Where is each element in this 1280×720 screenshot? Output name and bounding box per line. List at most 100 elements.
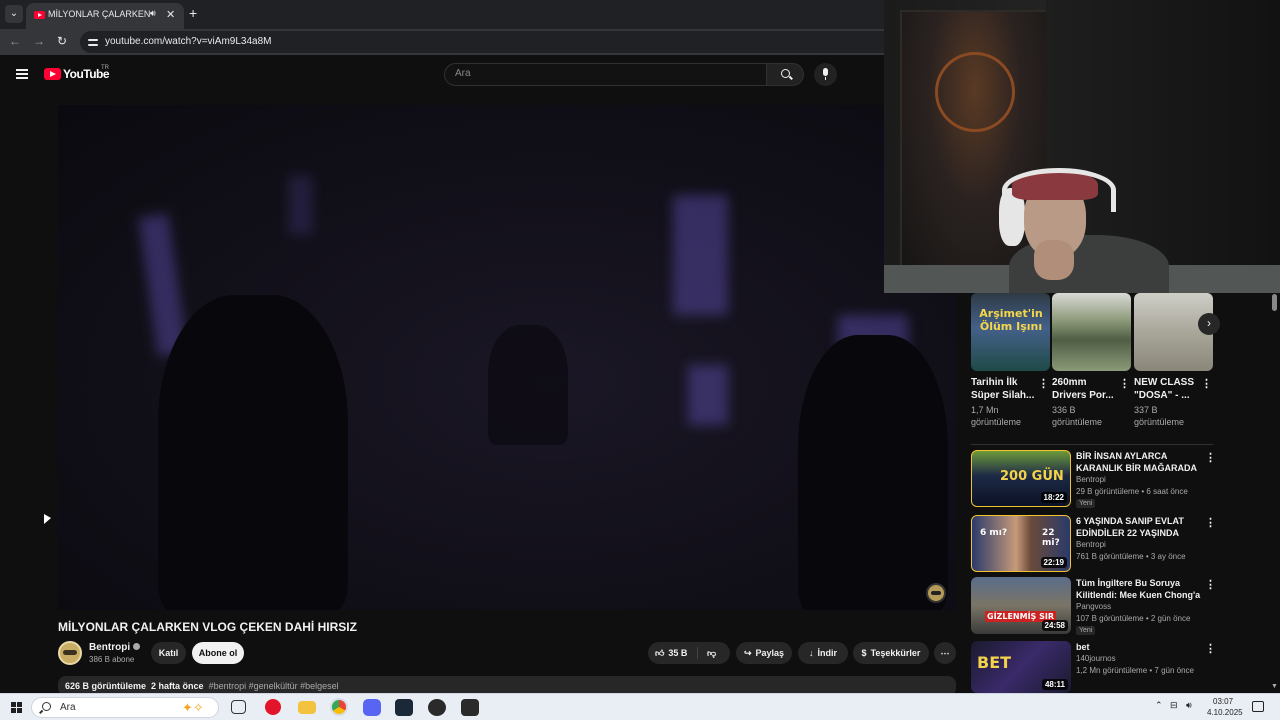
more-vert-icon[interactable]: ⋮ bbox=[1038, 377, 1049, 390]
more-vert-icon[interactable]: ⋮ bbox=[1119, 377, 1130, 390]
video-thumbnail[interactable]: 6 mı? 22 mi? 22:19 bbox=[971, 515, 1071, 572]
hashtags[interactable]: #bentropi #genelkültür #belgesel bbox=[209, 681, 339, 691]
video-player[interactable] bbox=[58, 105, 956, 610]
rec-title[interactable]: BİR İNSAN AYLARCA KARANLIK BİR MAĞARADA … bbox=[1076, 450, 1202, 474]
like-count[interactable]: 35 B bbox=[668, 648, 687, 658]
steam-icon[interactable] bbox=[395, 699, 413, 716]
back-arrow-icon[interactable]: ← bbox=[9, 34, 21, 48]
subscribe-button[interactable]: Abone ol bbox=[192, 642, 244, 664]
close-icon[interactable]: ✕ bbox=[166, 8, 175, 21]
speaker-icon[interactable]: 🔊︎ bbox=[1186, 700, 1192, 711]
short-title[interactable]: 260mm Drivers Por... bbox=[1052, 376, 1120, 402]
share-icon: ↪ bbox=[743, 648, 752, 658]
scroll-down-arrow-icon[interactable]: ▼ bbox=[1271, 683, 1278, 690]
upload-age: 2 hafta önce bbox=[151, 681, 204, 691]
taskbar-search-text[interactable]: Ara bbox=[60, 702, 76, 713]
channel-watermark-icon[interactable] bbox=[926, 583, 946, 603]
tab-search-button[interactable]: ⌄ bbox=[5, 5, 23, 23]
like-dislike-group: 👍︎ 35 B 👎︎ bbox=[648, 642, 730, 664]
video-thumbnail[interactable]: 200 GÜN 18:22 bbox=[971, 450, 1071, 507]
search-box[interactable] bbox=[444, 63, 767, 86]
duration-badge: 24:58 bbox=[1041, 620, 1068, 631]
short-thumbnail[interactable] bbox=[1052, 293, 1131, 371]
headset-icon bbox=[1002, 168, 1116, 212]
video-frame-figure bbox=[798, 335, 948, 610]
chevron-right-icon[interactable]: › bbox=[1198, 313, 1220, 335]
forward-arrow-icon[interactable]: → bbox=[33, 34, 45, 48]
voice-search-button[interactable] bbox=[814, 63, 837, 86]
duration-badge: 22:19 bbox=[1040, 557, 1067, 568]
site-info-icon[interactable] bbox=[87, 36, 99, 48]
channel-avatar[interactable] bbox=[58, 641, 82, 665]
chrome-icon[interactable] bbox=[330, 698, 348, 716]
more-vert-icon[interactable]: ⋮ bbox=[1205, 451, 1216, 464]
more-vert-icon[interactable]: ⋮ bbox=[1201, 377, 1212, 390]
more-vert-icon[interactable]: ⋮ bbox=[1205, 516, 1216, 529]
clock-time[interactable]: 03:07 bbox=[1213, 697, 1233, 706]
youtube-logo-icon[interactable] bbox=[44, 68, 61, 80]
download-button[interactable]: ↓ İndir bbox=[798, 642, 848, 664]
file-explorer-icon[interactable] bbox=[298, 701, 316, 714]
channel-name-text[interactable]: Bentropi bbox=[89, 642, 130, 653]
duration-badge: 48:11 bbox=[1041, 679, 1068, 690]
short-title[interactable]: Tarihin İlk Süper Silah... bbox=[971, 376, 1039, 402]
short-title[interactable]: NEW CLASS "DOSA" - ... bbox=[1134, 376, 1202, 402]
thumbs-down-icon[interactable]: 👎︎ bbox=[707, 642, 716, 664]
chevron-up-icon[interactable]: ⌃ bbox=[1155, 700, 1163, 711]
short-thumbnail[interactable]: Arşimet'in Ölüm Işını bbox=[971, 293, 1050, 371]
microphone-icon bbox=[823, 68, 828, 80]
subscriber-count: 386 B abone bbox=[89, 655, 135, 664]
rec-title[interactable]: bet bbox=[1076, 641, 1202, 653]
mouse-cursor-icon bbox=[44, 513, 51, 529]
share-button[interactable]: ↪ Paylaş bbox=[736, 642, 792, 664]
rec-title[interactable]: 6 YAŞINDA SANIP EVLAT EDİNDİLER 22 YAŞIN… bbox=[1076, 515, 1202, 539]
new-badge: Yeni bbox=[1076, 499, 1096, 508]
task-view-icon[interactable] bbox=[231, 700, 246, 714]
short-item[interactable]: 260mm Drivers Por... 336 B görüntüleme ⋮ bbox=[1052, 293, 1131, 427]
list-item[interactable]: 200 GÜN 18:22 BİR İNSAN AYLARCA KARANLIK… bbox=[971, 450, 1216, 508]
list-item[interactable]: BET 48:11 bet 140journos 1,2 Mn görüntül… bbox=[971, 641, 1216, 699]
video-thumbnail[interactable]: BET 48:11 bbox=[971, 641, 1071, 693]
windows-start-icon[interactable] bbox=[11, 702, 22, 713]
tab-title: MİLYONLAR ÇALARKEN VL bbox=[48, 9, 150, 19]
view-count: 626 B görüntüleme bbox=[65, 681, 147, 691]
menu-icon[interactable] bbox=[16, 69, 28, 79]
epic-games-icon[interactable] bbox=[461, 699, 479, 716]
channel-name[interactable]: Bentropi bbox=[89, 642, 141, 653]
sparkle-icon: ✦✧ bbox=[182, 700, 204, 715]
rec-channel[interactable]: Bentropi bbox=[1076, 475, 1106, 484]
new-tab-button[interactable]: + bbox=[189, 5, 197, 21]
rec-channel[interactable]: Bentropi bbox=[1076, 540, 1106, 549]
video-frame-figure bbox=[488, 325, 568, 445]
speaker-icon[interactable]: 🔊︎ bbox=[150, 8, 156, 19]
app-icon[interactable] bbox=[428, 699, 446, 716]
more-vert-icon[interactable]: ⋮ bbox=[1205, 578, 1216, 591]
new-badge: Yeni bbox=[1076, 626, 1096, 635]
list-item[interactable]: GİZLENMİŞ SIR 24:58 Tüm İngiltere Bu Sor… bbox=[971, 577, 1216, 635]
discord-icon[interactable] bbox=[363, 699, 381, 716]
join-button[interactable]: Katıl bbox=[151, 642, 186, 664]
search-input[interactable] bbox=[455, 68, 755, 79]
thumbs-up-icon[interactable]: 👍︎ bbox=[655, 648, 664, 658]
short-item[interactable]: Arşimet'in Ölüm Işını Tarihin İlk Süper … bbox=[971, 293, 1050, 427]
rec-meta: 1,2 Mn görüntüleme • 7 gün önce bbox=[1076, 666, 1194, 675]
rec-channel[interactable]: 140journos bbox=[1076, 654, 1116, 663]
scrollbar-thumb[interactable] bbox=[1272, 294, 1277, 311]
video-thumbnail[interactable]: GİZLENMİŞ SIR 24:58 bbox=[971, 577, 1071, 634]
more-vert-icon[interactable]: ⋮ bbox=[1205, 642, 1216, 655]
clock-date[interactable]: 4.10.2025 bbox=[1207, 708, 1243, 717]
thanks-button[interactable]: $ Teşekkürler bbox=[853, 642, 929, 664]
rec-channel[interactable]: Pangvoss bbox=[1076, 602, 1111, 611]
notification-icon[interactable] bbox=[1252, 701, 1264, 712]
browser-tab[interactable]: MİLYONLAR ÇALARKEN VL 🔊︎ ✕ bbox=[26, 3, 184, 29]
network-icon[interactable]: ⊟ bbox=[1170, 700, 1178, 711]
download-icon: ↓ bbox=[809, 648, 814, 658]
taskbar-search[interactable]: Ara ✦✧ bbox=[31, 697, 219, 718]
more-actions-button[interactable]: ⋯ bbox=[934, 642, 956, 664]
search-button[interactable] bbox=[766, 63, 804, 86]
url-text[interactable]: youtube.com/watch?v=viAm9L34a8M bbox=[105, 36, 271, 47]
opera-icon[interactable] bbox=[265, 699, 281, 715]
list-item[interactable]: 6 mı? 22 mi? 22:19 6 YAŞINDA SANIP EVLAT… bbox=[971, 515, 1216, 573]
reload-icon[interactable]: ↻ bbox=[57, 34, 67, 48]
rec-title[interactable]: Tüm İngiltere Bu Soruya Kilitlendi: Mee … bbox=[1076, 577, 1202, 601]
